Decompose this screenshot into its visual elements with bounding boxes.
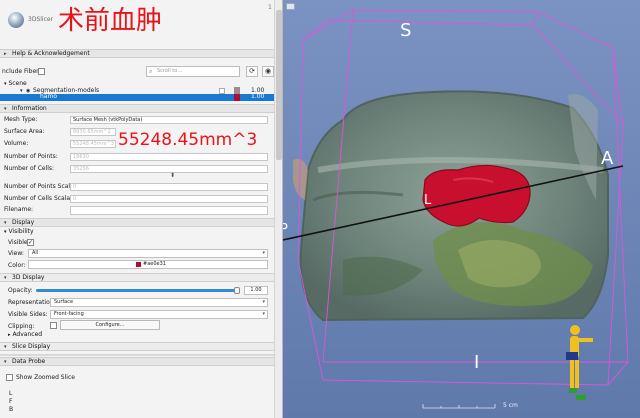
search-input[interactable]: ⌕ Scroll to... — [146, 66, 240, 77]
eye-icon: ◉ — [264, 67, 272, 75]
color-swatch — [136, 262, 141, 267]
refresh-button[interactable]: ⟳ — [246, 66, 258, 77]
probe-line-l: L — [9, 390, 13, 397]
configure-button[interactable]: Configure... — [60, 320, 160, 330]
cells-field: 35256 — [70, 165, 268, 173]
orientation-label-s: S — [400, 20, 412, 41]
panel-divider — [0, 354, 274, 356]
surface-area-field: 8930.65mm^2 — [70, 128, 116, 136]
color-swatch[interactable] — [234, 94, 240, 101]
clipping-checkbox[interactable] — [50, 322, 57, 329]
visible-sides-select[interactable]: Front-facing — [50, 310, 268, 319]
surface-area-label: Surface Area: — [4, 128, 45, 135]
collapse-arrow-icon: ▾ — [4, 359, 7, 365]
search-icon: ⌕ — [149, 68, 153, 75]
slice-display-header[interactable]: ▾ Slice Display — [0, 342, 274, 351]
orientation-label-a: A — [601, 148, 614, 169]
3d-scene — [283, 0, 640, 418]
hematoma-segment — [422, 164, 531, 227]
view-select[interactable]: All — [28, 249, 268, 258]
expand-arrow-icon: ▸ — [4, 51, 7, 57]
expand-arrow-icon: ▾ — [4, 344, 7, 350]
color-picker-button[interactable]: #ae0e31 — [28, 260, 268, 269]
expand-arrow-icon: ▸ — [8, 332, 11, 338]
opacity-slider-handle[interactable] — [234, 287, 240, 294]
points-label: Number of Points: — [4, 153, 58, 160]
show-zoomed-checkbox[interactable] — [6, 374, 13, 381]
cells-label: Number of Cells: — [4, 165, 55, 172]
refresh-icon: ⟳ — [249, 67, 255, 75]
probe-line-f: F — [9, 398, 13, 405]
collapse-arrow-icon: ▾ — [4, 106, 7, 112]
cell-scalars-label: Number of Cells Scalars: — [4, 195, 78, 202]
collapse-arrow-icon: ▾ — [4, 229, 7, 235]
mesh-type-field: Surface Mesh (vtkPolyData) — [70, 116, 268, 124]
orientation-label-i: I — [474, 352, 480, 373]
filename-label: Filename: — [4, 206, 34, 213]
overlay-title: 术前血肿 — [58, 6, 163, 36]
information-section-header[interactable]: ▾ Information — [0, 104, 274, 113]
orientation-label-p: P — [283, 222, 288, 237]
cell-scalars-field: 0 — [70, 195, 268, 203]
mesh-type-label: Mesh Type: — [4, 116, 38, 123]
clipping-label: Clipping: — [8, 323, 35, 330]
view-pin-icon[interactable] — [286, 3, 295, 10]
include-fibers-label: nclude Fibers — [2, 68, 42, 75]
check-icon: ✓ — [28, 239, 34, 246]
view-label: View: — [8, 250, 24, 257]
collapse-arrow-icon: ▾ — [4, 275, 7, 281]
help-section-header[interactable]: ▸ Help & Acknowledgement — [0, 49, 274, 58]
volume-label: Volume: — [4, 140, 29, 147]
orientation-label-l: L — [424, 193, 432, 208]
splitter-handle[interactable]: ⬍ — [170, 172, 175, 179]
visible-sides-label: Visible Sides: — [8, 311, 48, 318]
visibility-header[interactable]: ▾ Visibility — [4, 228, 34, 236]
advanced-header[interactable]: ▸ Advanced — [8, 331, 42, 339]
volume-field: 55248.45mm^3 — [70, 140, 116, 148]
scale-bar-label: 5 cm — [503, 402, 518, 409]
slicer-window: 3DSlicer 术前血肿 1 ▸ Help & Acknowledgement… — [0, 0, 640, 418]
probe-line-b: B — [9, 406, 14, 413]
data-probe-header[interactable]: ▾ Data Probe — [0, 357, 274, 366]
opacity-slider-fill — [36, 289, 240, 292]
representation-select[interactable]: Surface — [50, 298, 268, 307]
representation-label: Representation: — [8, 299, 56, 306]
show-zoomed-label: Show Zoomed Slice — [16, 374, 75, 381]
tree-row-hamo[interactable]: hamo 1.00 — [0, 93, 274, 101]
app-name: 3DSlicer — [28, 16, 54, 23]
opacity-slider[interactable] — [36, 287, 240, 294]
module-panel: 3DSlicer 术前血肿 1 ▸ Help & Acknowledgement… — [0, 0, 283, 418]
scrollbar-thumb[interactable] — [276, 10, 282, 160]
eye-button[interactable]: ◉ — [262, 66, 274, 77]
point-scalars-field: 0 — [70, 183, 268, 191]
opacity-spinbox[interactable]: 1.00 — [244, 286, 268, 295]
toolbar-tag: 1 — [268, 4, 272, 11]
panel-scrollbar[interactable] — [274, 0, 282, 418]
display-section-header[interactable]: ▾ Display — [0, 218, 274, 227]
display-3d-header[interactable]: ▾ 3D Display — [0, 273, 274, 282]
volume-overlay: 55248.45mm^3 — [118, 130, 258, 150]
slicer-logo-icon — [8, 12, 24, 28]
filename-field[interactable] — [70, 206, 268, 215]
3d-view[interactable]: S A I L P 5 cm — [283, 0, 640, 418]
color-label: Color: — [8, 262, 26, 269]
collapse-arrow-icon: ▾ — [4, 220, 7, 226]
opacity-label: Opacity: — [8, 287, 33, 294]
points-field: 18630 — [70, 153, 268, 161]
visible-checkbox[interactable]: ✓ — [27, 239, 34, 246]
include-fibers-checkbox[interactable] — [38, 68, 45, 75]
